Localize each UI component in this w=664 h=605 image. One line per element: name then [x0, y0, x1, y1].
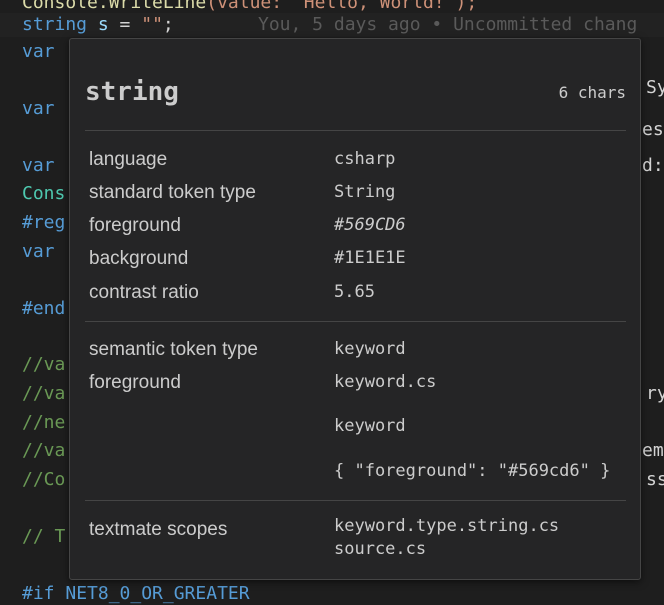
hover-value-contrast-ratio: 5.65	[334, 282, 375, 302]
hover-title: string	[85, 77, 179, 107]
hover-label-semantic-token-type: semantic token type	[89, 339, 258, 360]
git-blame-annotation: You, 5 days ago • Uncommitted chang	[258, 14, 638, 35]
code-token: (value: "Hello, World!");	[206, 0, 478, 13]
hover-divider	[85, 500, 626, 501]
hover-label-background: background	[89, 248, 189, 269]
code-fragment: emb	[642, 440, 664, 461]
hover-value-language: csharp	[334, 149, 396, 169]
code-line-14[interactable]: // T	[22, 526, 65, 548]
code-token: ""	[141, 14, 163, 35]
code-line-4[interactable]: var	[22, 155, 55, 177]
hover-label-contrast-ratio: contrast ratio	[89, 282, 199, 303]
code-line-15[interactable]: #if NET8_0_OR_GREATER	[22, 583, 250, 605]
hover-label-language: language	[89, 149, 168, 170]
hover-char-count: 6 chars	[558, 83, 626, 102]
hover-value-semantic-foreground-style: { "foreground": "#569cd6" }	[334, 461, 611, 481]
code-line-13[interactable]: //Co	[22, 469, 65, 491]
code-line-9[interactable]: //va	[22, 354, 65, 376]
code-fragment: ry	[646, 383, 664, 404]
hover-value-textmate-scope: keyword.type.string.cs	[334, 516, 560, 536]
code-token: Console.WriteLine	[22, 0, 207, 13]
code-line-5[interactable]: Cons	[22, 183, 65, 205]
code-line-12[interactable]: //va	[22, 440, 65, 462]
code-token: #if	[22, 583, 55, 604]
hover-label-standard-token-type: standard token type	[89, 182, 256, 203]
code-fragment: ss	[646, 469, 664, 490]
code-line-8[interactable]: #end	[22, 298, 65, 320]
code-line-3[interactable]: var	[22, 98, 55, 120]
code-token-string-keyword[interactable]: string	[22, 14, 87, 35]
code-line-11[interactable]: //ne	[22, 412, 65, 434]
code-line-6[interactable]: #reg	[22, 212, 65, 234]
code-token-variable: s	[97, 14, 109, 35]
hover-value-textmate-scope: source.cs	[334, 539, 427, 559]
hover-value-semantic-token-type: keyword	[334, 339, 406, 359]
hover-divider	[85, 321, 626, 322]
code-token: NET8_0_OR_GREATER	[54, 583, 250, 604]
code-line-10[interactable]: //va	[22, 383, 65, 405]
hover-label-semantic-foreground: foreground	[89, 372, 181, 393]
hover-label-foreground: foreground	[89, 215, 181, 236]
hover-value-standard-token-type: String	[334, 182, 396, 202]
code-line-0[interactable]: Console.WriteLine(value: "Hello, World!"…	[22, 0, 477, 14]
token-inspect-hover[interactable]: string 6 chars language csharp standard …	[69, 38, 641, 580]
hover-label-textmate-scopes: textmate scopes	[89, 519, 228, 540]
code-token: ;	[162, 14, 174, 35]
code-fragment: es	[642, 119, 664, 140]
hover-value-semantic-foreground-scope: keyword	[334, 416, 406, 436]
code-fragment: Sy	[646, 77, 664, 98]
code-line-7[interactable]: var	[22, 241, 55, 263]
code-line-1[interactable]: string s = "";	[22, 14, 174, 36]
code-token: =	[108, 14, 142, 35]
code-fragment: d:	[642, 155, 664, 176]
hover-divider	[85, 130, 626, 131]
hover-value-background: #1E1E1E	[334, 248, 406, 268]
hover-value-foreground: #569CD6	[334, 215, 406, 235]
hover-value-semantic-foreground-rule: keyword.cs	[334, 372, 437, 392]
code-line-2[interactable]: var	[22, 41, 55, 63]
